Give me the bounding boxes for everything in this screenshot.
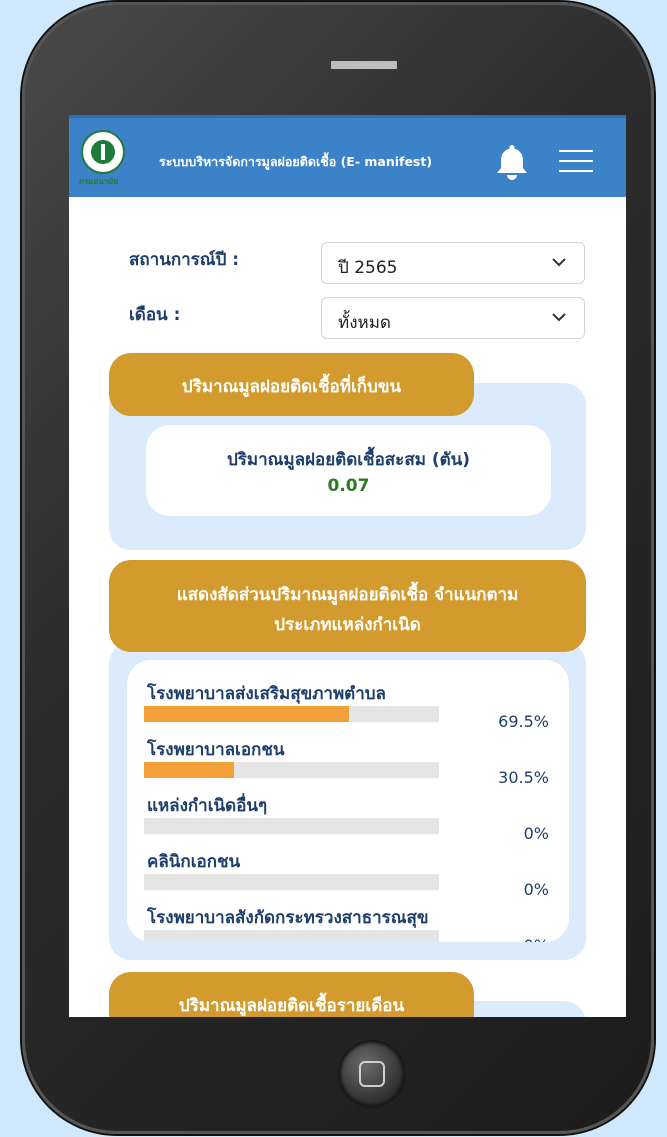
hamburger-menu-icon[interactable] [559, 150, 593, 172]
source-bar-track [144, 818, 439, 834]
source-title-line1: แสดงสัดส่วนปริมาณมูลฝอยติดเชื้อ จำแนกตาม [176, 585, 519, 605]
source-percent: 0% [524, 936, 549, 942]
month-label: เดือน : [129, 305, 181, 325]
source-label: โรงพยาบาลส่งเสริมสุขภาพตำบล [147, 684, 386, 704]
source-bar-track [144, 762, 439, 778]
collected-section-title: ปริมาณมูลฝอยติดเชื้อที่เก็บขน [109, 353, 474, 416]
source-list: โรงพยาบาลส่งเสริมสุขภาพตำบล 69.5% โรงพยา… [127, 660, 569, 942]
app-title: ระบบบริหารจัดการมูลฝอยติดเชื้อ (E- manif… [159, 154, 433, 169]
chevron-down-icon [552, 313, 566, 322]
logo-text: กรมอนามัย [79, 177, 119, 186]
source-percent: 0% [523, 880, 549, 899]
bell-icon[interactable] [494, 142, 530, 182]
source-bar-track [144, 706, 439, 722]
source-label: โรงพยาบาลสังกัดกระทรวงสาธารณสุข [147, 908, 429, 928]
source-bar-track [144, 874, 439, 890]
source-label: แหล่งกำเนิดอื่นๆ [147, 796, 268, 816]
source-label: โรงพยาบาลเอกชน [147, 740, 285, 760]
month-select[interactable]: ทั้งหมด [321, 297, 585, 339]
source-bar-track [144, 930, 439, 942]
year-select[interactable]: ปี 2565 [321, 242, 585, 284]
year-select-value: ปี 2565 [338, 258, 398, 278]
source-percent: 0% [523, 824, 549, 843]
source-bar-fill [144, 762, 234, 778]
source-section-title: แสดงสัดส่วนปริมาณมูลฝอยติดเชื้อ จำแนกตาม… [109, 560, 586, 652]
source-bar-fill [144, 706, 350, 722]
accumulated-stat-value: 0.07 [327, 476, 370, 496]
source-title-line2: ประเภทแหล่งกำเนิด [274, 615, 421, 635]
department-logo [81, 130, 125, 174]
source-percent: 69.5% [498, 712, 549, 731]
speaker-grille [331, 61, 397, 69]
app-screen: กรมอนามัย ระบบบริหารจัดการมูลฝอยติดเชื้อ… [69, 115, 626, 1017]
source-percent: 30.5% [498, 768, 549, 787]
month-select-value: ทั้งหมด [338, 313, 391, 333]
top-bar: กรมอนามัย ระบบบริหารจัดการมูลฝอยติดเชื้อ… [69, 115, 626, 197]
home-button[interactable] [340, 1042, 404, 1106]
monthly-section-title: ปริมาณมูลฝอยติดเชื้อรายเดือน [109, 972, 474, 1017]
chevron-down-icon [552, 258, 566, 267]
year-label: สถานการณ์ปี : [129, 250, 240, 270]
source-label: คลินิกเอกชน [147, 852, 241, 872]
accumulated-stat-card: ปริมาณมูลฝอยติดเชื้อสะสม (ตัน) 0.07 [146, 425, 551, 516]
accumulated-stat-label: ปริมาณมูลฝอยติดเชื้อสะสม (ตัน) [226, 450, 471, 470]
